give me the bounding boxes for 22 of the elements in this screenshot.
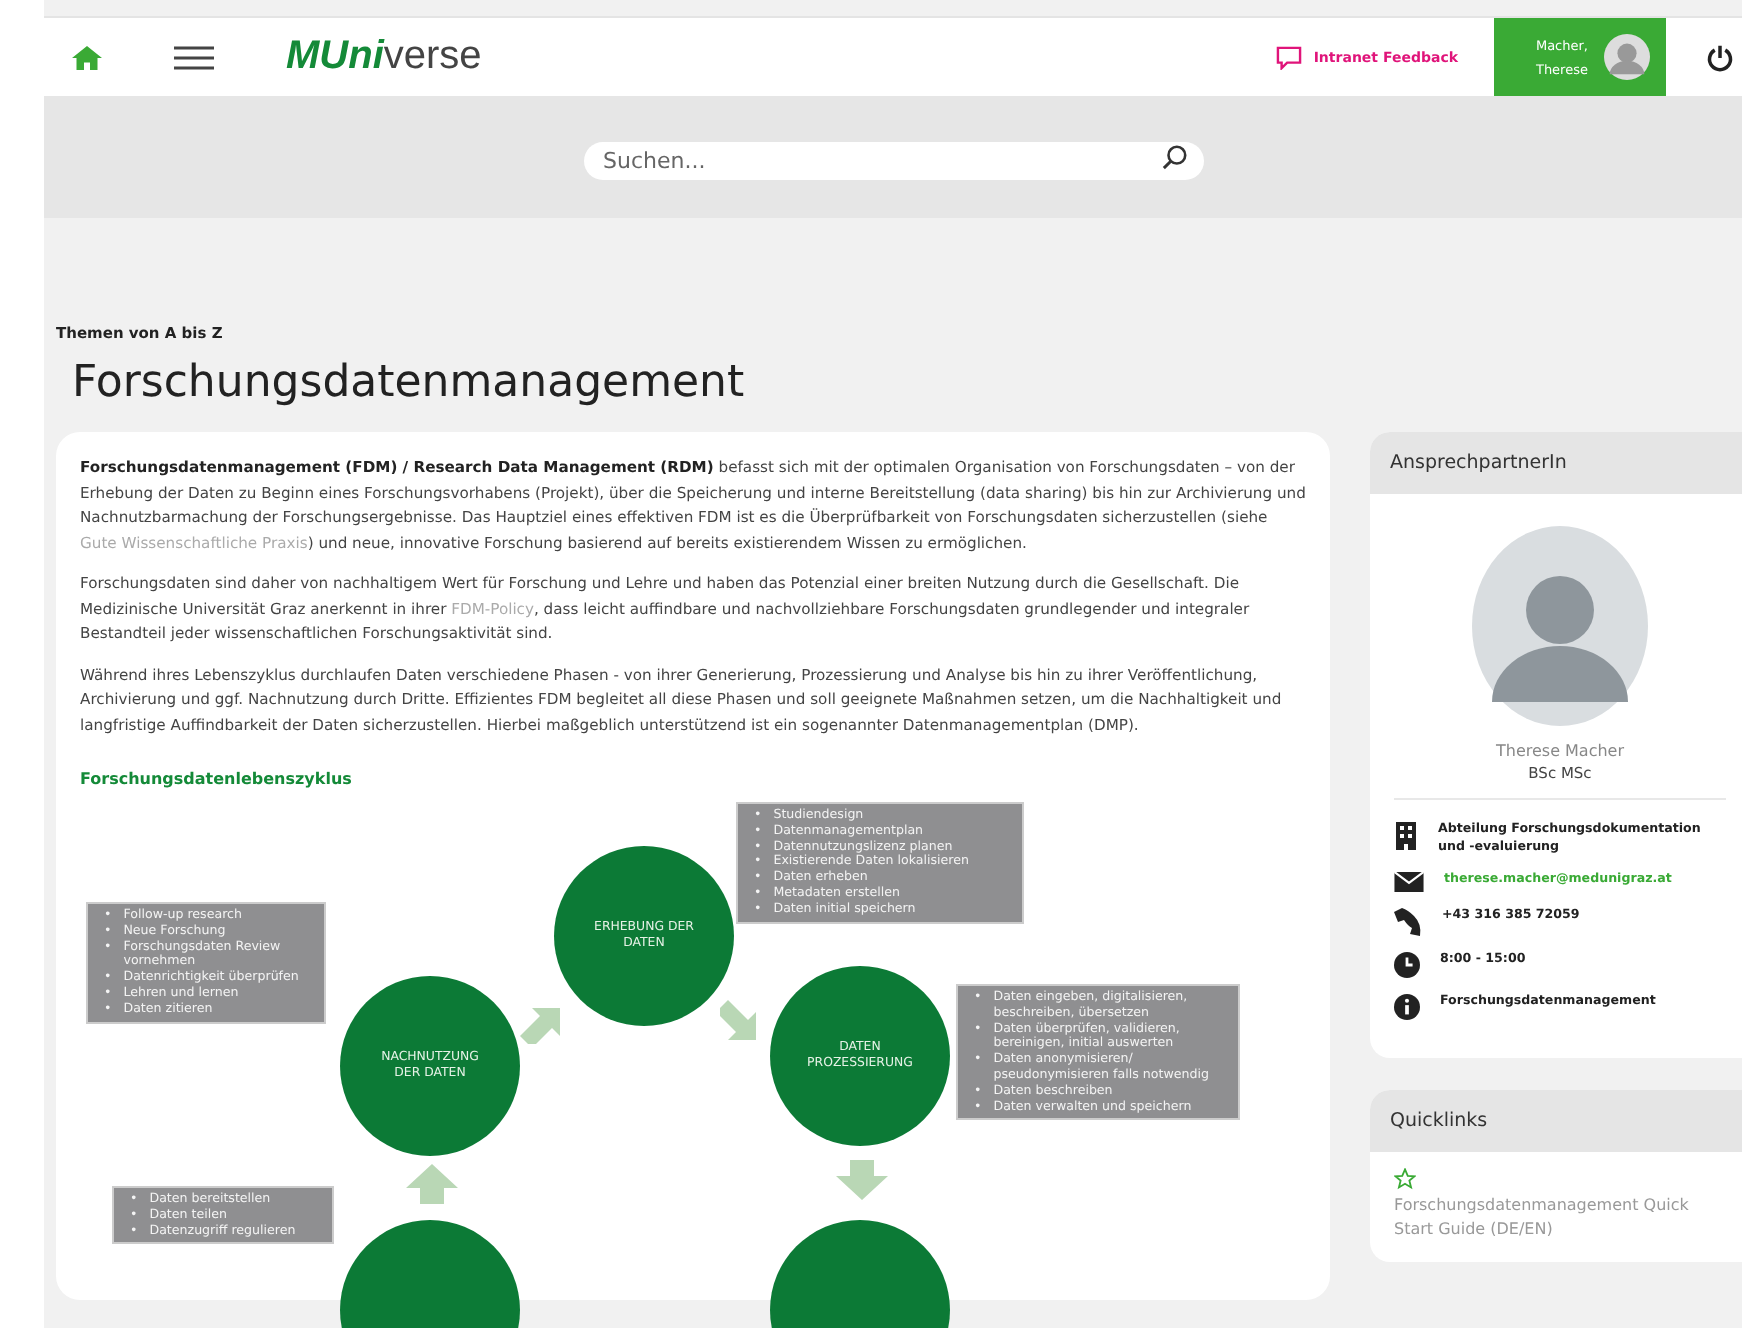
contact-name: Therese Macher — [1495, 742, 1625, 760]
card-header: AnsprechpartnerIn — [1370, 432, 1742, 494]
arrow-icon — [836, 1160, 888, 1200]
info-icon — [1394, 994, 1420, 1020]
logo[interactable]: MUniverse — [286, 34, 482, 80]
building-icon — [1394, 822, 1418, 850]
section-heading: Forschungsdatenlebenszyklus — [80, 770, 352, 788]
avatar — [1604, 34, 1650, 80]
speech-bubble-icon — [1275, 45, 1302, 69]
page-title: Forschungsdatenmanagement — [72, 358, 747, 408]
card-header: Quicklinks — [1370, 1090, 1742, 1152]
envelope-icon — [1394, 872, 1424, 892]
home-icon[interactable] — [72, 45, 102, 69]
search-field[interactable]: Suchen... — [583, 142, 1203, 180]
phone-icon — [1394, 908, 1422, 936]
star-icon — [1394, 1168, 1416, 1190]
arrow-icon — [406, 1164, 458, 1204]
quicklink[interactable]: Forschungsdatenmanagement Quick Start Guide (DE/EN) — [1394, 1194, 1718, 1242]
search-icon[interactable] — [1161, 144, 1187, 170]
menu-icon[interactable] — [174, 45, 214, 69]
power-icon[interactable] — [1706, 43, 1734, 71]
clock-icon — [1394, 952, 1420, 978]
